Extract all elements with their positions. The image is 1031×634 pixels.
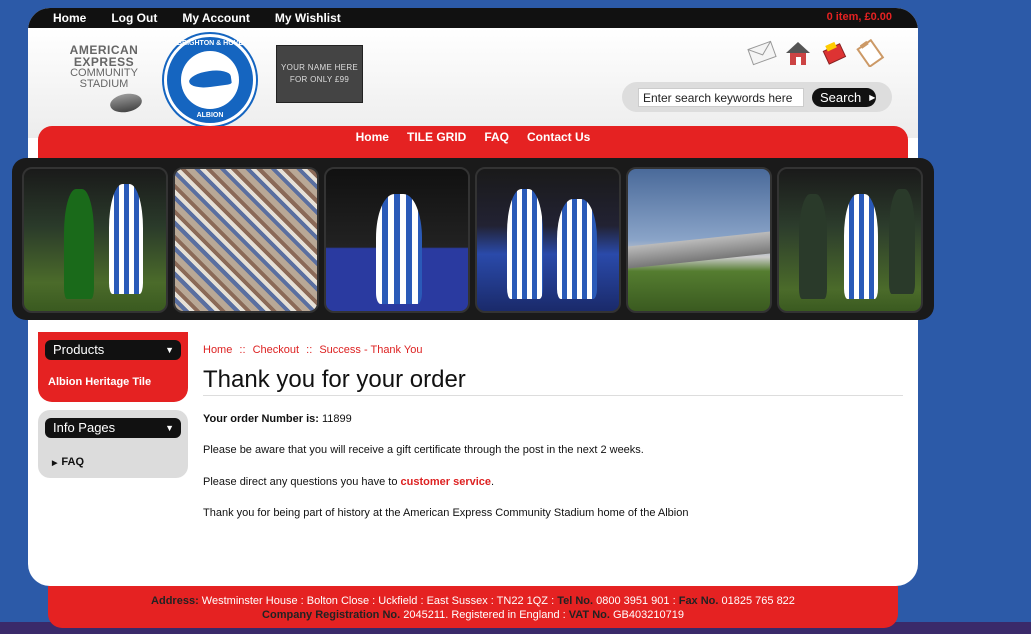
footer-vat-label: VAT No. (568, 609, 610, 621)
search-bar: Search ▶ (622, 82, 892, 112)
footer-reg-label: Company Registration No. (262, 609, 401, 621)
sidebar-item-faq-label: FAQ (61, 456, 85, 468)
footer-fax-label: Fax No. (678, 595, 719, 607)
footer-tel-label: Tel No. (557, 595, 594, 607)
breadcrumb-current: Success - Thank You (319, 344, 423, 356)
banner-photo-celebration[interactable] (324, 167, 470, 313)
stadium-logo-line4: STADIUM (79, 78, 129, 90)
footer-vat: GB403210719 (613, 609, 684, 621)
info-pages-dropdown[interactable]: Info Pages ▼ (45, 418, 181, 438)
crest-bottom-text: ALBION (196, 112, 224, 119)
products-title: Products (53, 342, 105, 357)
order-number-line: Your order Number is: 11899 (203, 413, 352, 425)
nav-contact-link[interactable]: Contact Us (527, 130, 590, 144)
gift-certificate-notice: Please be aware that you will receive a … (203, 444, 644, 456)
email-icon[interactable] (746, 38, 778, 68)
search-input[interactable] (638, 88, 804, 107)
questions-suffix: . (491, 476, 495, 488)
topnav-logout-link[interactable]: Log Out (111, 11, 157, 25)
search-button-label: Search (820, 90, 862, 105)
banner-photo-match[interactable] (777, 167, 923, 313)
crest-top-text: BRIGHTON & HOVE (177, 40, 243, 47)
nav-faq-link[interactable]: FAQ (484, 130, 509, 144)
basket-icon[interactable] (818, 38, 850, 68)
clipboard-icon[interactable] (854, 38, 886, 68)
customer-service-link[interactable]: customer service (401, 476, 492, 488)
name-tile-line2: FOR ONLY £99 (289, 75, 350, 84)
breadcrumb-separator: :: (239, 344, 246, 356)
footer-address-label: Address: (151, 595, 199, 607)
footer-line1: Address: Westminster House : Bolton Clos… (48, 594, 898, 608)
topnav-home-link[interactable]: Home (53, 11, 86, 25)
banner-photo-players-action[interactable] (22, 167, 168, 313)
crest-inner (181, 51, 239, 109)
name-tile-line1: YOUR NAME HERE (280, 63, 359, 72)
questions-line: Please direct any questions you have to … (203, 476, 494, 488)
top-navigation: Home Log Out My Account My Wishlist 0 it… (28, 8, 918, 28)
cart-summary[interactable]: 0 item, £0.00 (827, 11, 892, 23)
main-navigation: Home TILE GRID FAQ Contact Us (38, 126, 908, 158)
photo-banner (12, 158, 934, 320)
questions-prefix: Please direct any questions you have to (203, 476, 398, 488)
nav-tile-grid-link[interactable]: TILE GRID (407, 130, 466, 144)
breadcrumb-checkout[interactable]: Checkout (253, 344, 299, 356)
search-button[interactable]: Search ▶ (812, 88, 876, 107)
thank-you-message: Thank you for being part of history at t… (203, 507, 689, 519)
seagull-icon (188, 68, 232, 90)
footer-address: Westminster House : Bolton Close : Uckfi… (201, 595, 555, 607)
topnav-account-link[interactable]: My Account (182, 11, 250, 25)
header-icon-group (746, 38, 886, 68)
banner-photo-fans[interactable] (173, 167, 319, 313)
sidebar-item-heritage-tile[interactable]: Albion Heritage Tile (48, 376, 151, 388)
triangle-right-icon: ▶ (52, 460, 58, 467)
info-pages-sidebar-box: Info Pages ▼ ▶ FAQ (38, 410, 188, 478)
banner-photo-stadium[interactable] (626, 167, 772, 313)
order-number-label: Your order Number is: (203, 413, 319, 425)
breadcrumb-separator: :: (306, 344, 313, 356)
sidebar-item-faq[interactable]: ▶ FAQ (52, 456, 84, 468)
breadcrumb-home[interactable]: Home (203, 344, 232, 356)
info-pages-title: Info Pages (53, 420, 116, 435)
footer-fax: 01825 765 822 (721, 595, 795, 607)
chevron-down-icon: ▼ (165, 345, 174, 355)
site-footer: Address: Westminster House : Bolton Clos… (48, 586, 898, 628)
site-header: AMERICAN EXPRESS COMMUNITY STADIUM BRIGH… (28, 28, 918, 138)
breadcrumb: Home :: Checkout :: Success - Thank You (203, 344, 422, 356)
name-tile-promo[interactable]: YOUR NAME HERE FOR ONLY £99 (276, 45, 363, 103)
home-icon[interactable] (782, 38, 814, 68)
chevron-down-icon: ▼ (165, 423, 174, 433)
products-dropdown[interactable]: Products ▼ (45, 340, 181, 360)
club-crest-logo[interactable]: BRIGHTON & HOVE ALBION (164, 34, 256, 126)
nav-home-link[interactable]: Home (356, 130, 389, 144)
footer-tel: 0800 3951 901 : (596, 595, 676, 607)
stadium-logo[interactable]: AMERICAN EXPRESS COMMUNITY STADIUM (58, 44, 150, 115)
banner-photo-team-hug[interactable] (475, 167, 621, 313)
products-sidebar-box: Products ▼ Albion Heritage Tile (38, 332, 188, 402)
arrow-right-icon: ▶ (869, 93, 876, 102)
footer-reg: 2045211. Registered in England : (403, 609, 566, 621)
order-number-value: 11899 (322, 413, 352, 425)
page-title: Thank you for your order (203, 366, 903, 396)
footer-line2: Company Registration No. 2045211. Regist… (48, 608, 898, 622)
stadium-logo-ball-icon (108, 91, 144, 115)
topnav-wishlist-link[interactable]: My Wishlist (275, 11, 341, 25)
